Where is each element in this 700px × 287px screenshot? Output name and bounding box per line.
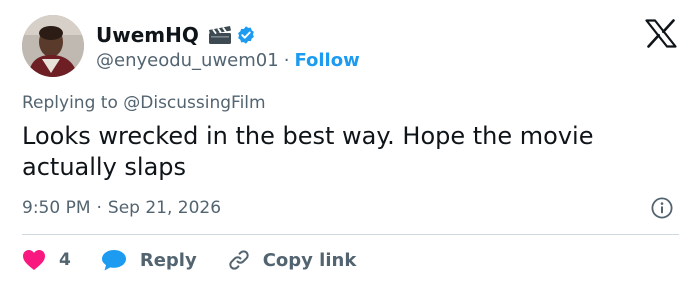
tweet-text: Looks wrecked in the best way. Hope the … [22,122,594,181]
tweet-timestamp[interactable]: 9:50 PM · Sep 21, 2026 [22,198,221,218]
copy-link-button[interactable]: Copy link [227,248,357,272]
replying-prefix: Replying to [22,93,124,113]
tweet-date: Sep 21, 2026 [107,198,222,218]
info-icon[interactable] [651,197,673,219]
divider [22,234,679,235]
heart-icon [23,250,45,270]
x-logo-icon[interactable] [645,19,677,48]
follow-button[interactable]: Follow [294,50,359,71]
reply-button[interactable]: Reply [101,249,197,271]
author-name-row: UwemHQ [96,22,256,48]
author-name[interactable]: UwemHQ [96,23,199,47]
action-bar: 4 Reply Copy link [22,246,356,274]
clapperboard-icon [208,26,231,44]
replying-to-mention[interactable]: @DiscussingFilm [123,93,265,113]
reply-label: Reply [139,249,197,271]
link-icon [229,250,249,270]
timestamp-separator: · [96,198,102,218]
verified-badge-icon [238,26,254,44]
like-button[interactable]: 4 [22,249,71,271]
author-handle-row: @enyeodu_uwem01 · Follow [96,49,360,71]
author-handle[interactable]: @enyeodu_uwem01 [96,50,279,71]
speech-bubble-icon [101,250,126,271]
avatar[interactable] [22,15,84,77]
replying-to: Replying to @DiscussingFilm [22,93,266,113]
tweet-time: 9:50 PM [22,198,91,218]
like-count: 4 [59,250,71,270]
tweet-card: UwemHQ @enyeodu_uwem01 · Follow Replying… [0,0,700,287]
copy-link-label: Copy link [262,249,357,271]
handle-separator: · [283,49,290,71]
